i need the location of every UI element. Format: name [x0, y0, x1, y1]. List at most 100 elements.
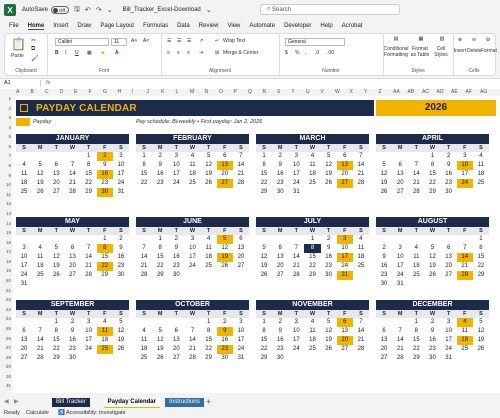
search-input[interactable]: ⌕ Search [260, 4, 400, 15]
day-cell[interactable]: 7 [136, 244, 152, 253]
orientation-icon[interactable]: ↗ [199, 38, 203, 44]
day-cell[interactable]: 10 [392, 253, 408, 262]
empty-day-cell[interactable] [32, 235, 48, 244]
row-header[interactable]: 1 [0, 96, 11, 101]
day-cell[interactable]: 20 [217, 170, 233, 179]
align-left-icon[interactable]: ≡ [167, 50, 170, 56]
day-cell[interactable]: 6 [16, 327, 32, 336]
day-cell[interactable]: 26 [424, 271, 440, 280]
day-cell[interactable]: 18 [473, 170, 489, 179]
day-cell[interactable]: 18 [97, 336, 113, 345]
day-cell[interactable]: 27 [64, 271, 80, 280]
day-cell[interactable]: 9 [272, 161, 288, 170]
day-cell[interactable]: 14 [392, 336, 408, 345]
day-cell[interactable]: 9 [168, 244, 184, 253]
day-cell[interactable]: 2 [272, 318, 288, 327]
copy-icon[interactable]: ⧉ [31, 46, 35, 53]
day-cell[interactable]: 13 [168, 336, 184, 345]
day-cell[interactable]: 15 [424, 170, 440, 179]
day-cell[interactable]: 30 [376, 280, 392, 289]
row-header[interactable]: 13 [0, 211, 11, 216]
row-header[interactable]: 14 [0, 221, 11, 226]
column-header[interactable]: I [132, 89, 133, 95]
day-cell[interactable]: 15 [304, 253, 320, 262]
day-cell[interactable]: 9 [97, 161, 113, 170]
day-cell[interactable]: 30 [272, 188, 288, 197]
day-cell[interactable]: 25 [184, 179, 200, 188]
day-cell[interactable]: 21 [353, 336, 369, 345]
day-cell[interactable]: 29 [304, 271, 320, 280]
day-cell[interactable]: 15 [48, 336, 64, 345]
day-cell[interactable]: 1 [256, 318, 272, 327]
day-cell[interactable]: 25 [408, 271, 424, 280]
format-cells-icon[interactable]: ⚙ [481, 37, 495, 43]
paste-button[interactable]: Paste [11, 53, 24, 59]
empty-day-cell[interactable] [392, 318, 408, 327]
day-cell[interactable]: 21 [408, 179, 424, 188]
day-cell[interactable]: 16 [424, 336, 440, 345]
column-header[interactable]: O [219, 89, 223, 95]
day-cell[interactable]: 20 [392, 179, 408, 188]
conditional-formatting-icon[interactable]: ▤ [385, 36, 407, 42]
day-cell[interactable]: 3 [16, 244, 32, 253]
percent-icon[interactable]: % [295, 50, 299, 56]
day-cell[interactable]: 11 [353, 244, 369, 253]
empty-day-cell[interactable] [48, 152, 64, 161]
day-cell[interactable]: 22 [473, 262, 489, 271]
day-cell[interactable]: 29 [152, 271, 168, 280]
day-cell[interactable]: 6 [337, 152, 353, 161]
day-cell[interactable]: 2 [217, 318, 233, 327]
row-header[interactable]: 16 [0, 240, 11, 245]
menu-tab-acrobat[interactable]: Acrobat [342, 23, 363, 29]
format-cells-button[interactable]: Format [481, 48, 497, 54]
menu-tab-review[interactable]: Review [199, 23, 219, 29]
day-cell[interactable]: 21 [184, 345, 200, 354]
day-cell[interactable]: 28 [233, 179, 249, 188]
day-cell[interactable]: 5 [473, 318, 489, 327]
empty-day-cell[interactable] [376, 318, 392, 327]
day-cell[interactable]: 12 [217, 244, 233, 253]
day-cell[interactable]: 16 [272, 336, 288, 345]
day-cell[interactable]: 2 [424, 318, 440, 327]
day-cell[interactable]: 1 [201, 318, 217, 327]
day-cell[interactable]: 12 [321, 327, 337, 336]
day-cell[interactable]: 12 [473, 327, 489, 336]
day-cell[interactable]: 13 [64, 253, 80, 262]
day-cell[interactable]: 5 [376, 161, 392, 170]
day-cell[interactable]: 8 [201, 327, 217, 336]
day-cell[interactable]: 17 [441, 336, 457, 345]
day-cell[interactable]: 8 [473, 244, 489, 253]
day-cell[interactable]: 28 [392, 354, 408, 363]
payday-cell[interactable]: 6 [336, 318, 353, 327]
day-cell[interactable]: 17 [16, 262, 32, 271]
day-cell[interactable]: 6 [376, 327, 392, 336]
column-header[interactable]: AE [451, 89, 458, 95]
day-cell[interactable]: 25 [32, 271, 48, 280]
day-cell[interactable]: 25 [304, 345, 320, 354]
payday-cell[interactable]: 27 [336, 179, 353, 188]
day-cell[interactable]: 29 [81, 188, 97, 197]
column-header[interactable]: A [16, 89, 19, 95]
day-cell[interactable]: 16 [441, 170, 457, 179]
day-cell[interactable]: 1 [473, 235, 489, 244]
day-cell[interactable]: 23 [113, 262, 129, 271]
customize-toolbar-icon[interactable]: ⌄ [107, 6, 113, 14]
column-header[interactable]: D [60, 89, 64, 95]
accessibility-status[interactable]: Accessibility: Investigate [66, 408, 126, 418]
delete-cells-icon[interactable]: ⊖ [467, 37, 481, 43]
save-icon[interactable]: 🖫 [74, 5, 80, 16]
payday-cell[interactable]: 30 [96, 188, 113, 197]
empty-day-cell[interactable] [256, 235, 272, 244]
day-cell[interactable]: 7 [288, 244, 304, 253]
column-header[interactable]: AD [437, 89, 444, 95]
day-cell[interactable]: 11 [304, 327, 320, 336]
menu-tab-view[interactable]: View [227, 23, 240, 29]
day-cell[interactable]: 16 [217, 336, 233, 345]
day-cell[interactable]: 17 [168, 170, 184, 179]
day-cell[interactable]: 13 [48, 170, 64, 179]
payday-cell[interactable]: 19 [216, 253, 233, 262]
column-header[interactable]: Q [248, 89, 252, 95]
insert-cells-button[interactable]: Insert [453, 48, 467, 54]
tab-prev-icon[interactable]: ◀ [4, 398, 9, 405]
day-cell[interactable]: 26 [152, 354, 168, 363]
